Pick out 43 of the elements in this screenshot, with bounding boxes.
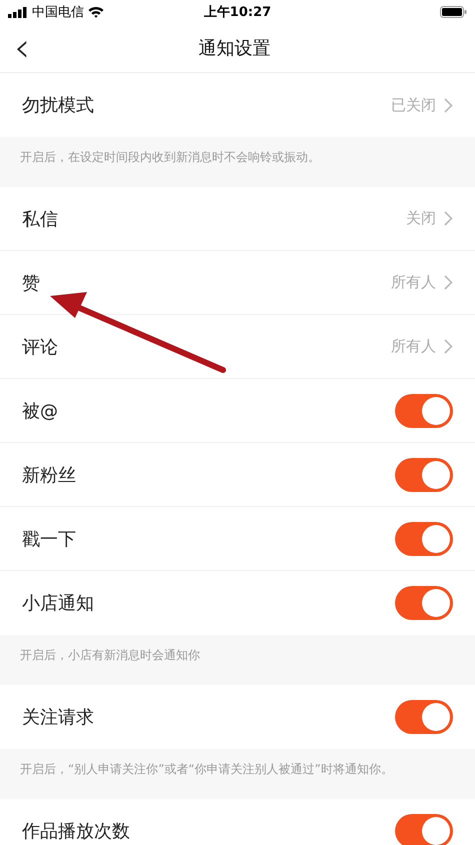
- toggle-switch[interactable]: [395, 586, 453, 620]
- setting-row[interactable]: 评论 所有人: [0, 315, 475, 379]
- toggle-switch[interactable]: [395, 458, 453, 492]
- setting-row[interactable]: 作品播放次数: [0, 799, 475, 845]
- setting-value: 所有人: [391, 273, 436, 292]
- signal-icon: [8, 6, 28, 18]
- page-title: 通知设置: [198, 37, 270, 60]
- setting-value: 已关闭: [391, 96, 436, 114]
- chevron-icon: [444, 275, 453, 290]
- chevron-icon: [444, 211, 453, 226]
- wifi-icon: [88, 6, 104, 18]
- chevron-icon: [444, 98, 453, 112]
- setting-row[interactable]: 小店通知: [0, 571, 475, 635]
- setting-label: 戳一下: [22, 528, 77, 550]
- setting-row[interactable]: 新粉丝: [0, 443, 475, 507]
- setting-label: 作品播放次数: [22, 820, 131, 843]
- toggle-switch[interactable]: [395, 700, 453, 734]
- setting-label: 被@: [22, 400, 59, 422]
- carrier-name: 中国电信: [32, 4, 84, 21]
- chevron-icon: [444, 339, 453, 354]
- hint-text: 开启后，在设定时间段内收到新消息时不会响铃或振动。: [20, 150, 320, 164]
- setting-row[interactable]: 私信 关闭: [0, 187, 475, 251]
- battery-icon: [440, 6, 467, 18]
- back-button[interactable]: ‹: [0, 28, 44, 68]
- setting-label: 勿扰模式: [22, 94, 95, 117]
- setting-label: 小店通知: [22, 592, 95, 615]
- toggle-switch[interactable]: [395, 394, 453, 428]
- setting-row[interactable]: 戳一下: [0, 507, 475, 571]
- setting-value: 所有人: [391, 337, 436, 356]
- setting-label: 赞: [22, 272, 41, 294]
- setting-label: 关注请求: [22, 706, 95, 729]
- status-time: 上午10:27: [204, 4, 272, 21]
- toggle-switch[interactable]: [395, 814, 453, 845]
- setting-label: 评论: [22, 336, 59, 358]
- setting-row[interactable]: 关注请求: [0, 685, 475, 749]
- setting-row[interactable]: 被@: [0, 379, 475, 443]
- setting-label: 新粉丝: [22, 464, 77, 486]
- setting-label: 私信: [22, 208, 59, 230]
- hint-text: 开启后，小店有新消息时会通知你: [20, 648, 200, 662]
- hint-text: 开启后，“别人申请关注你”或者“你申请关注别人被通过”时将通知你。: [20, 762, 393, 776]
- setting-value: 关闭: [406, 209, 436, 228]
- toggle-switch[interactable]: [395, 522, 453, 556]
- setting-row[interactable]: 勿扰模式 已关闭: [0, 73, 475, 137]
